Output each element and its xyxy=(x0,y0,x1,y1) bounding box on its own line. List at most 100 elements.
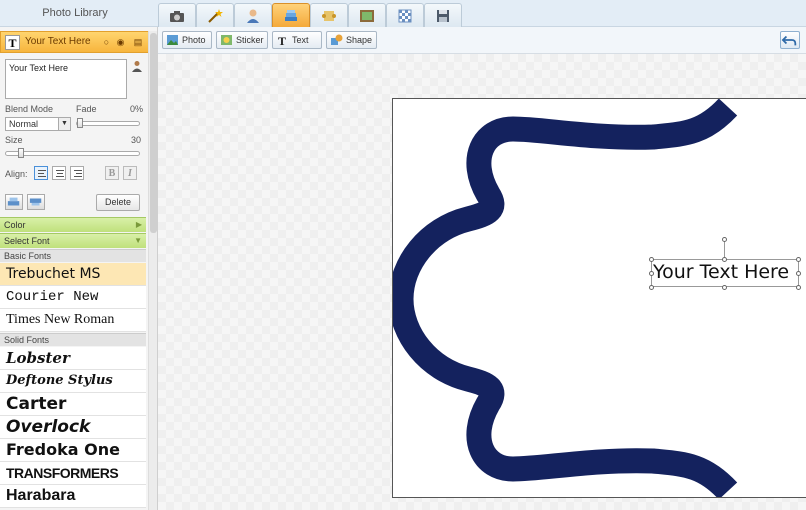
resize-handle-bottom-left[interactable] xyxy=(649,285,654,290)
blend-mode-select[interactable]: Normal ▼ xyxy=(5,117,71,131)
fade-label: Fade xyxy=(76,104,97,114)
person-icon xyxy=(247,9,259,23)
layers-icon xyxy=(285,9,297,21)
size-value: 30 xyxy=(131,135,142,145)
size-slider[interactable] xyxy=(5,148,140,158)
picture-frame-icon xyxy=(360,9,374,22)
shape-button-label: Shape xyxy=(346,35,373,45)
size-slider-knob[interactable] xyxy=(18,148,24,158)
resize-handle-bottom-right[interactable] xyxy=(796,285,801,290)
tab-save[interactable] xyxy=(424,3,462,27)
sticker-icon xyxy=(221,35,232,45)
align-right-button[interactable] xyxy=(70,166,84,180)
tab-effects[interactable] xyxy=(196,3,234,27)
tab-frame[interactable] xyxy=(348,3,386,27)
bring-forward-icon xyxy=(7,197,20,206)
resize-handle-top-left[interactable] xyxy=(649,257,654,262)
text-properties-panel: T Your Text Here ○ ◉ ▤ Your Text Here Bl… xyxy=(0,27,158,510)
font-item-deftone[interactable]: Deftone Stylus xyxy=(0,370,146,393)
font-item-carter[interactable]: Carter xyxy=(0,393,146,416)
scroll-icon xyxy=(322,10,336,21)
workspace: Your Text Here xyxy=(158,54,806,510)
undo-icon xyxy=(781,35,797,46)
canvas-text-layer[interactable]: Your Text Here xyxy=(653,261,789,283)
fade-value: 0% xyxy=(130,104,144,114)
tab-camera[interactable] xyxy=(158,3,196,27)
layer-header[interactable]: T Your Text Here ○ ◉ ▤ xyxy=(0,31,150,53)
resize-handle-right[interactable] xyxy=(796,271,801,276)
tab-person[interactable] xyxy=(234,3,272,27)
select-font-label: Select Font xyxy=(4,236,50,246)
select-font-section[interactable]: Select Font ▼ xyxy=(0,233,146,248)
font-item-overlock[interactable]: Overlock xyxy=(0,416,146,439)
photo-icon xyxy=(167,35,178,45)
text-button-label: Text xyxy=(292,35,309,45)
add-photo-button[interactable]: Photo xyxy=(162,31,212,49)
add-text-button[interactable]: T Text xyxy=(272,31,322,49)
font-item-times[interactable]: Times New Roman xyxy=(0,309,146,332)
add-sticker-button[interactable]: Sticker xyxy=(216,31,268,49)
bring-forward-button[interactable] xyxy=(5,194,23,210)
lock-icon[interactable]: ○ xyxy=(101,37,112,48)
tab-transparency[interactable] xyxy=(386,3,424,27)
font-item-courier[interactable]: Courier New xyxy=(0,286,146,309)
rotate-handle[interactable] xyxy=(722,237,727,242)
camera-icon xyxy=(170,10,184,22)
resize-handle-left[interactable] xyxy=(649,271,654,276)
svg-text:T: T xyxy=(278,34,286,46)
resize-handle-top[interactable] xyxy=(722,257,727,262)
magic-wand-icon xyxy=(208,8,223,23)
italic-button[interactable]: I xyxy=(123,166,137,180)
top-tab-bar: Photo Library xyxy=(0,0,806,27)
chevron-down-icon: ▼ xyxy=(58,118,70,130)
font-item-fredoka[interactable]: Fredoka One xyxy=(0,439,146,462)
app-window: Photo Library T Your Text Here ○ ◉ ▤ You… xyxy=(0,0,806,510)
user-icon[interactable] xyxy=(131,60,143,72)
photo-library-title[interactable]: Photo Library xyxy=(0,0,150,27)
fade-slider[interactable] xyxy=(76,118,140,128)
frame-shape[interactable] xyxy=(393,99,806,498)
sticker-button-label: Sticker xyxy=(236,35,264,45)
bold-button[interactable]: B xyxy=(105,166,119,180)
layer-name: Your Text Here xyxy=(25,36,91,47)
resize-handle-bottom[interactable] xyxy=(722,285,727,290)
canvas-toolbar: Photo Sticker T Text Shape xyxy=(158,27,806,54)
shape-icon xyxy=(331,34,343,45)
send-backward-button[interactable] xyxy=(27,194,45,210)
photo-button-label: Photo xyxy=(182,35,206,45)
text-input[interactable]: Your Text Here xyxy=(5,59,127,99)
tab-scroll[interactable] xyxy=(310,3,348,27)
solid-fonts-header: Solid Fonts xyxy=(0,333,146,346)
text-layer-icon: T xyxy=(5,35,20,50)
size-label: Size xyxy=(5,135,23,145)
tab-layers[interactable] xyxy=(272,3,310,27)
scrollbar-thumb[interactable] xyxy=(150,33,157,233)
panel-scrollbar[interactable] xyxy=(148,31,157,510)
blend-mode-value: Normal xyxy=(9,119,39,129)
fade-slider-knob[interactable] xyxy=(77,118,83,128)
eye-icon[interactable]: ◉ xyxy=(115,37,126,48)
align-left-button[interactable] xyxy=(34,166,48,180)
align-label: Align: xyxy=(5,169,28,179)
blend-mode-label: Blend Mode xyxy=(5,104,54,114)
chevron-right-icon: ▶ xyxy=(135,220,142,229)
font-item-harabara[interactable]: Harabara xyxy=(0,485,146,508)
color-section[interactable]: Color ▶ xyxy=(0,217,146,232)
text-icon: T xyxy=(278,34,286,46)
delete-button[interactable]: Delete xyxy=(96,194,140,211)
font-item-lobster[interactable]: Lobster xyxy=(0,347,146,370)
color-section-label: Color xyxy=(4,220,26,230)
send-backward-icon xyxy=(29,198,42,206)
save-icon xyxy=(437,9,449,22)
add-shape-button[interactable]: Shape xyxy=(326,31,377,49)
resize-handle-top-right[interactable] xyxy=(796,257,801,262)
undo-button[interactable] xyxy=(780,31,800,49)
align-center-button[interactable] xyxy=(52,166,66,180)
frame-outline[interactable] xyxy=(393,99,738,497)
chevron-down-icon: ▼ xyxy=(134,236,142,245)
layers-stack-icon[interactable]: ▤ xyxy=(131,37,145,48)
design-canvas[interactable]: Your Text Here xyxy=(392,98,806,498)
basic-fonts-header: Basic Fonts xyxy=(0,249,146,262)
font-item-trebuchet[interactable]: Trebuchet MS xyxy=(0,263,146,286)
font-item-transformers[interactable]: TRANSFORMERS xyxy=(0,462,146,485)
